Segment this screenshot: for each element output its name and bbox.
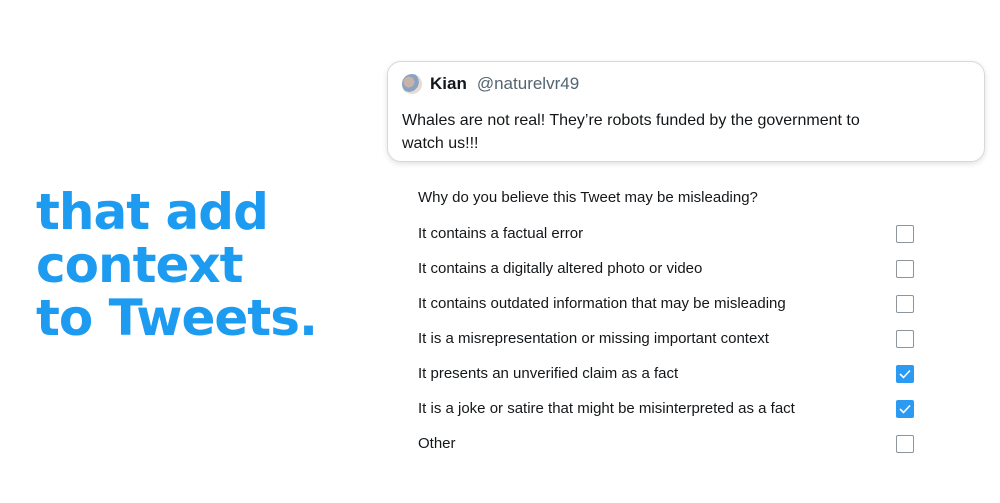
- checkbox[interactable]: [896, 329, 914, 348]
- headline-line-2: context: [36, 236, 244, 294]
- option-joke-satire[interactable]: It is a joke or satire that might be mis…: [418, 391, 918, 426]
- option-label: It is a misrepresentation or missing imp…: [418, 330, 769, 347]
- headline-line-1: that add: [36, 183, 269, 241]
- checkmark-icon: [899, 404, 911, 414]
- checkbox[interactable]: [896, 294, 914, 313]
- headline: that add context to Tweets.: [36, 183, 318, 347]
- checkbox[interactable]: [896, 224, 914, 243]
- option-missing-context[interactable]: It is a misrepresentation or missing imp…: [418, 321, 918, 356]
- option-unverified-claim[interactable]: It presents an unverified claim as a fac…: [418, 356, 918, 391]
- author-handle[interactable]: @naturelvr49: [477, 74, 579, 94]
- option-label: Other: [418, 435, 456, 452]
- checkbox[interactable]: [896, 259, 914, 278]
- option-altered-media[interactable]: It contains a digitally altered photo or…: [418, 251, 918, 286]
- headline-line-3: to Tweets.: [36, 289, 318, 347]
- option-other[interactable]: Other: [418, 426, 918, 461]
- checkbox[interactable]: [896, 364, 914, 383]
- option-label: It contains outdated information that ma…: [418, 295, 786, 312]
- checkmark-icon: [899, 369, 911, 379]
- option-outdated-info[interactable]: It contains outdated information that ma…: [418, 286, 918, 321]
- option-label: It contains a factual error: [418, 225, 584, 242]
- tweet-header: Kian @naturelvr49: [400, 72, 972, 96]
- survey-options: It contains a factual error It contains …: [418, 216, 918, 461]
- avatar[interactable]: [402, 74, 422, 94]
- option-label: It presents an unverified claim as a fac…: [418, 365, 679, 382]
- tweet-card: Kian @naturelvr49 Whales are not real! T…: [387, 61, 985, 162]
- option-factual-error[interactable]: It contains a factual error: [418, 216, 918, 251]
- checkbox[interactable]: [896, 399, 914, 418]
- author-name[interactable]: Kian: [430, 74, 467, 94]
- option-label: It contains a digitally altered photo or…: [418, 260, 703, 277]
- survey-question: Why do you believe this Tweet may be mis…: [418, 189, 758, 206]
- checkbox[interactable]: [896, 434, 914, 453]
- option-label: It is a joke or satire that might be mis…: [418, 400, 795, 417]
- tweet-text: Whales are not real! They’re robots fund…: [402, 112, 860, 152]
